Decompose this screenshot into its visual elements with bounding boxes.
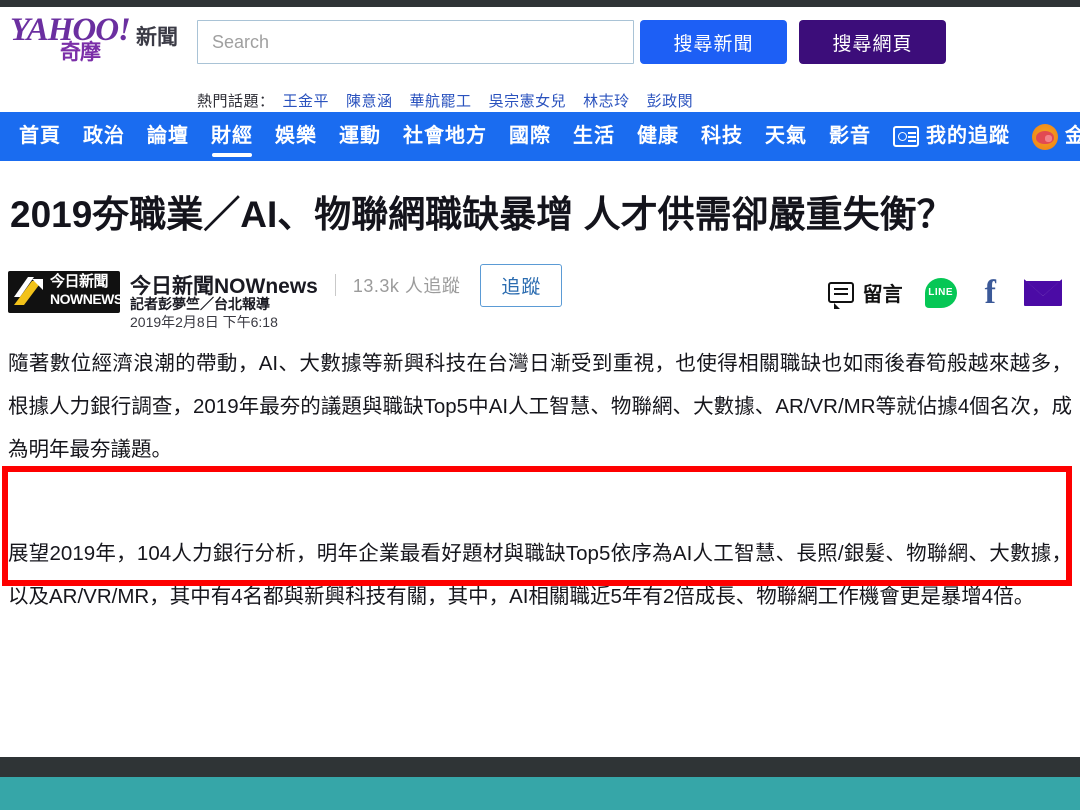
line-icon[interactable]: LINE <box>924 277 957 308</box>
footer-teal-bar <box>0 777 1080 810</box>
follow-button[interactable]: 追蹤 <box>480 263 563 307</box>
mail-icon[interactable] <box>1024 279 1062 307</box>
nav-item-my-follows[interactable]: 我的追蹤 <box>882 112 1021 161</box>
yahoo-news-logo[interactable]: YAHOO! 奇摩 新聞 <box>8 12 188 78</box>
nav-item-golden-pig-label: 金豬 <box>1065 125 1080 147</box>
publisher-logo-line2: NOWNEWS <box>50 290 120 307</box>
trending-item-1[interactable]: 陳意涵 <box>346 90 393 111</box>
comment-icon <box>827 282 854 310</box>
search-web-button[interactable]: 搜尋網頁 <box>799 20 946 64</box>
category-navbar: 首頁 政治 論壇 財經 娛樂 運動 社會地方 國際 生活 健康 科技 天氣 影音… <box>0 112 1080 161</box>
trending-label: 熱門話題： <box>197 92 275 110</box>
article-paragraph-1: 隨著數位經濟浪潮的帶動，AI、大數據等新興科技在台灣日漸受到重視，也使得相關職缺… <box>8 351 1072 462</box>
id-card-icon <box>893 126 919 147</box>
page-root: YAHOO! 奇摩 新聞 搜尋新聞 搜尋網頁 熱門話題： 王金平 陳意涵 華航罷… <box>0 0 1080 810</box>
nav-item-politics[interactable]: 政治 <box>72 112 136 161</box>
nav-item-finance[interactable]: 財經 <box>200 112 264 161</box>
search-box[interactable] <box>197 20 634 64</box>
trending-item-3[interactable]: 吳宗憲女兒 <box>489 90 567 111</box>
nav-item-society-local[interactable]: 社會地方 <box>392 112 498 161</box>
trending-item-4[interactable]: 林志玲 <box>583 90 630 111</box>
yahoo-section-text: 新聞 <box>136 26 178 49</box>
publisher-logo[interactable]: 今日新聞 NOWNEWS <box>8 270 120 313</box>
category-nav-list: 首頁 政治 論壇 財經 娛樂 運動 社會地方 國際 生活 健康 科技 天氣 影音… <box>0 112 1080 161</box>
article-body: 隨著數位經濟浪潮的帶動，AI、大數據等新興科技在台灣日漸受到重視，也使得相關職缺… <box>0 342 1080 619</box>
social-share-bar: 留言 LINE f <box>827 275 1062 310</box>
search-news-button[interactable]: 搜尋新聞 <box>640 20 787 64</box>
nav-item-home[interactable]: 首頁 <box>8 112 72 161</box>
reporter-line: 記者彭夢竺／台北報導 <box>130 295 270 312</box>
yahoo-qimo-text: 奇摩 <box>60 41 101 64</box>
nav-item-weather[interactable]: 天氣 <box>754 112 818 161</box>
comment-label: 留言 <box>862 284 903 307</box>
facebook-icon[interactable]: f <box>979 275 1002 309</box>
nav-item-international[interactable]: 國際 <box>498 112 562 161</box>
article-container: 2019夯職業／AI、物聯網職缺暴增 人才供需卻嚴重失衡？ 今日新聞 NOWNE… <box>0 161 1080 641</box>
trending-item-0[interactable]: 王金平 <box>283 90 330 111</box>
article-headline: 2019夯職業／AI、物聯網職缺暴增 人才供需卻嚴重失衡？ <box>10 194 954 235</box>
pig-icon <box>1032 123 1058 150</box>
article-byline: 今日新聞 NOWNEWS 今日新聞NOWnews 13.3k 人追蹤 追蹤 記者… <box>0 263 1080 330</box>
trending-item-5[interactable]: 彭政閔 <box>647 90 694 111</box>
footer-dark-bar <box>0 757 1080 777</box>
nav-item-tech[interactable]: 科技 <box>690 112 754 161</box>
site-masthead: YAHOO! 奇摩 新聞 搜尋新聞 搜尋網頁 熱門話題： 王金平 陳意涵 華航罷… <box>0 7 1080 112</box>
search-input[interactable] <box>198 21 633 63</box>
comment-button[interactable]: 留言 <box>827 278 903 310</box>
publish-datetime: 2019年2月8日 下午6:18 <box>130 313 278 330</box>
nav-item-entertainment[interactable]: 娛樂 <box>264 112 328 161</box>
trending-item-2[interactable]: 華航罷工 <box>410 90 472 111</box>
nav-item-my-follows-label: 我的追蹤 <box>926 125 1010 147</box>
nav-item-health[interactable]: 健康 <box>626 112 690 161</box>
byline-divider <box>334 274 336 297</box>
nav-item-sports[interactable]: 運動 <box>328 112 392 161</box>
nownews-mark-icon <box>14 276 43 305</box>
nav-item-video[interactable]: 影音 <box>818 112 882 161</box>
browser-top-strip <box>0 0 1080 7</box>
nav-item-forum[interactable]: 論壇 <box>136 112 200 161</box>
article-paragraph-2: 展望2019年，104人力銀行分析，明年企業最看好題材與職缺Top5依序為AI人… <box>8 541 1072 609</box>
publisher-logo-line1: 今日新聞 <box>50 272 109 290</box>
nav-item-golden-pig[interactable]: 金豬 <box>1021 112 1080 161</box>
trending-topics: 熱門話題： 王金平 陳意涵 華航罷工 吳宗憲女兒 林志玲 彭政閔 <box>197 88 710 112</box>
follower-count: 13.3k 人追蹤 <box>352 276 461 297</box>
nav-item-life[interactable]: 生活 <box>562 112 626 161</box>
